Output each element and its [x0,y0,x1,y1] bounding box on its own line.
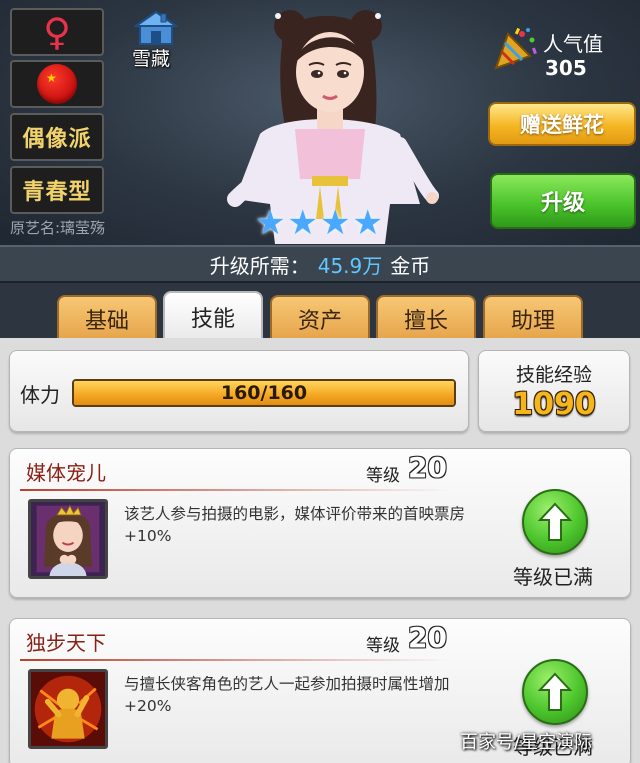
skill-name: 独步天下 [26,631,106,655]
style-tag-youth: 青春型 [10,166,104,214]
cost-unit: 金币 [390,253,431,278]
skill-exp-label: 技能经验 [515,364,592,386]
skill-upgrade-button[interactable] [522,489,588,555]
profile-header: ♀ ★ 偶像派 青春型 原艺名:璃莹殇 雪藏 ★ ★ ★ ★ 人气值 305 赠… [0,0,640,245]
flag-star: ★ [46,71,57,85]
stage-name: 原艺名:璃莹殇 [10,219,106,237]
cost-label: 升级所需： [209,253,310,278]
upgrade-cost-bar: 升级所需： 45.9万 金币 [0,245,640,283]
nationality-badge: ★ [10,60,104,108]
skill-description: 该艺人参与拍摄的电影，媒体评价带来的首映票房+10% [124,505,466,545]
skill-description: 与擅长侠客角色的艺人一起参加拍摄时属性增加+20% [124,675,450,715]
female-icon: ♀ [43,10,71,54]
watermark: 百家号/星空演际 [460,732,593,753]
stamina-label: 体力 [20,383,60,407]
skill-level-label: 等级 [366,466,400,486]
style-tag-label: 青春型 [22,180,92,205]
stamina-value: 160/160 [220,382,308,404]
party-popper-icon [494,27,537,70]
star-icon: ★ [319,203,351,243]
arrow-up-icon [538,672,572,711]
skill-upgrade-button[interactable] [522,659,588,725]
skill-card: 媒体宠儿 等级 20 该艺人参与拍摄的电影，媒体评价带来的首映票房+10% 等级… [9,448,631,598]
skill-level-label: 等级 [366,636,400,656]
skill-unrivaled-icon [28,669,108,749]
stamina-box: 体力 160/160 [9,350,469,432]
style-tag-label: 偶像派 [22,127,92,152]
rating-stars: ★ ★ ★ ★ [255,206,383,240]
style-tag-idol: 偶像派 [10,113,104,161]
tab-skills[interactable]: 技能 [163,291,263,341]
upgrade-button[interactable]: 升级 [490,173,636,229]
tab-assets[interactable]: 资产 [270,295,370,341]
skill-exp-box: 技能经验 1090 [478,350,630,432]
hide-label[interactable]: 雪藏 [132,44,170,71]
cost-value: 45.9万 [317,253,383,278]
star-icon: ★ [352,203,383,243]
skill-media-darling-icon [28,499,108,579]
divider [20,489,450,491]
tab-assistant[interactable]: 助理 [483,295,583,341]
tab-basic[interactable]: 基础 [57,295,157,341]
china-flag-icon: ★ [37,64,77,104]
skills-panel: 体力 160/160 技能经验 1090 媒体宠儿 等级 20 该艺人参与拍摄的… [0,338,640,763]
arrow-up-icon [538,502,572,541]
gender-badge: ♀ [10,8,104,56]
skill-exp-value: 1090 [512,387,596,422]
tab-specialty[interactable]: 擅长 [376,295,476,341]
stamina-bar: 160/160 [72,379,456,407]
star-icon: ★ [255,203,286,243]
divider [20,659,450,661]
popularity-value: 305 [545,56,587,80]
skill-level-value: 20 [408,451,447,484]
skill-name: 媒体宠儿 [26,461,106,485]
skill-level-value: 20 [408,621,447,654]
max-level-label: 等级已满 [513,565,593,589]
popularity-label: 人气值 [543,32,603,56]
send-flowers-button[interactable]: 赠送鲜花 [488,102,636,146]
house-icon[interactable] [134,10,178,46]
star-icon: ★ [287,203,318,243]
tab-bar: 基础 技能 资产 擅长 助理 [0,283,640,341]
